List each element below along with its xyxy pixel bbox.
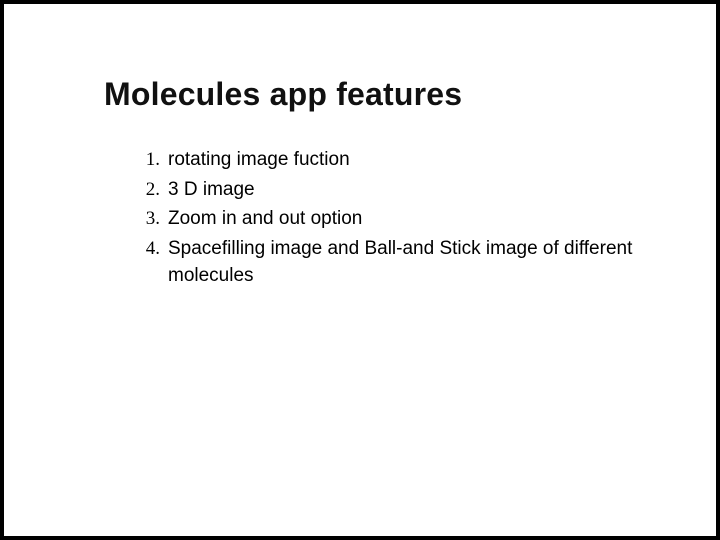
list-number: 4.	[132, 235, 160, 263]
list-item-text: Spacefilling image and Ball-and Stick im…	[160, 235, 636, 290]
list-number: 1.	[132, 146, 160, 174]
slide: Molecules app features 1. rotating image…	[4, 4, 716, 536]
list-item: 4. Spacefilling image and Ball-and Stick…	[132, 235, 636, 290]
slide-title: Molecules app features	[104, 76, 462, 113]
list-number: 2.	[132, 176, 160, 204]
list-item: 3. Zoom in and out option	[132, 205, 636, 233]
list-item: 2. 3 D image	[132, 176, 636, 204]
feature-list: 1. rotating image fuction 2. 3 D image 3…	[132, 146, 636, 292]
list-item: 1. rotating image fuction	[132, 146, 636, 174]
list-item-text: rotating image fuction	[160, 146, 636, 174]
list-item-text: 3 D image	[160, 176, 636, 204]
list-number: 3.	[132, 205, 160, 233]
list-item-text: Zoom in and out option	[160, 205, 636, 233]
